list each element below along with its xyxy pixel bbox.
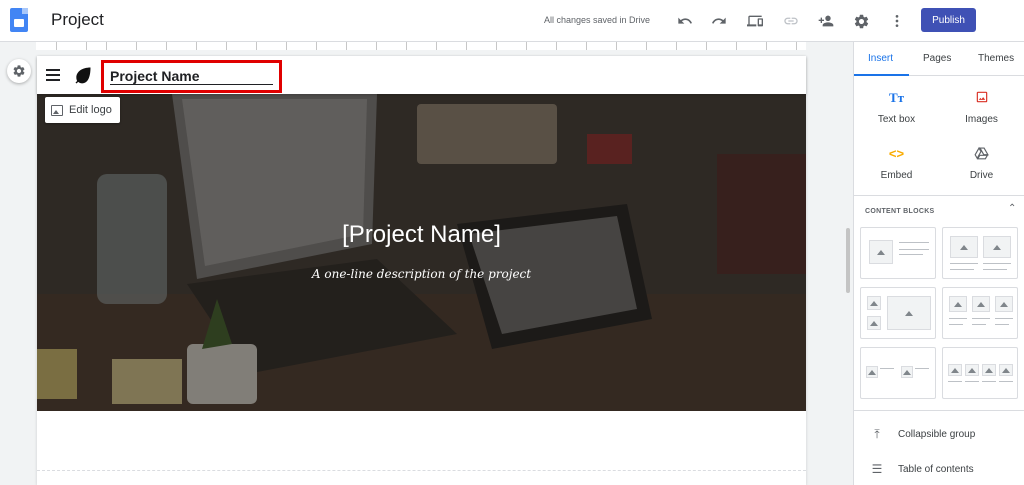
insert-embed-label: Embed (880, 170, 913, 181)
text-underline (110, 84, 273, 85)
menu-icon[interactable] (46, 69, 60, 81)
site-canvas: Project Name Edit logo [Project Name] A … (37, 56, 806, 485)
insert-drive[interactable]: Drive (939, 146, 1024, 181)
ruler (36, 42, 806, 50)
panel-divider-2 (854, 410, 1024, 411)
gear-icon (13, 65, 25, 77)
undo-icon[interactable] (673, 9, 697, 33)
redo-icon[interactable] (707, 9, 731, 33)
insert-table-of-contents[interactable]: ☰ Table of contents (870, 462, 974, 476)
right-panel: Insert Pages Themes Tт Text box Images <… (853, 42, 1024, 485)
active-tab-indicator (854, 74, 909, 76)
panel-tabs: Insert Pages Themes (854, 42, 1024, 76)
edit-logo-button[interactable]: Edit logo (45, 97, 120, 123)
more-vert-icon[interactable] (885, 9, 909, 33)
share-icon[interactable] (814, 9, 838, 33)
panel-divider (854, 195, 1024, 196)
preview-devices-icon[interactable] (743, 9, 767, 33)
collapsible-group-icon: ⤒ (874, 427, 880, 441)
site-name-highlight: Project Name (101, 60, 282, 93)
section-divider (37, 470, 806, 471)
embed-icon: <> (888, 146, 905, 161)
hero-background-image (37, 94, 806, 411)
content-block-4[interactable] (942, 287, 1018, 339)
insert-embed[interactable]: <> Embed (854, 146, 939, 181)
content-blocks-heading: CONTENT BLOCKS (865, 208, 935, 215)
site-header: Project Name (37, 56, 806, 94)
insert-text-box-label: Text box (877, 114, 916, 125)
edit-logo-label: Edit logo (69, 104, 112, 116)
tab-pages[interactable]: Pages (923, 53, 951, 64)
insert-drive-label: Drive (969, 170, 994, 181)
content-block-1[interactable] (860, 227, 936, 279)
publish-button[interactable]: Publish (921, 8, 976, 32)
collapsible-group-label: Collapsible group (898, 429, 976, 440)
insert-collapsible-group[interactable]: ⤒ Collapsible group (870, 427, 975, 442)
content-block-3[interactable] (860, 287, 936, 339)
tab-themes[interactable]: Themes (978, 53, 1014, 64)
tab-insert[interactable]: Insert (868, 53, 893, 64)
leaf-logo-icon[interactable] (73, 65, 93, 85)
drive-icon (939, 146, 1024, 164)
text-box-icon: Tт (888, 90, 905, 105)
hero-banner[interactable]: Edit logo [Project Name] A one-line desc… (37, 94, 806, 411)
chevron-up-icon[interactable]: ⌃ (1008, 203, 1016, 214)
insert-images[interactable]: Images (939, 90, 1024, 125)
save-status: All changes saved in Drive (544, 15, 651, 25)
hero-subtitle[interactable]: A one-line description of the project (37, 267, 806, 281)
hero-title[interactable]: [Project Name] (37, 221, 806, 249)
image-icon (51, 104, 63, 116)
site-document-title[interactable]: Project (51, 10, 104, 30)
images-icon (939, 90, 1024, 108)
insert-text-box[interactable]: Tт Text box (854, 90, 939, 125)
top-bar: Project All changes saved in Drive Publi… (0, 0, 1024, 42)
canvas-scrollbar[interactable] (844, 56, 852, 485)
content-block-6[interactable] (942, 347, 1018, 399)
content-block-5[interactable] (860, 347, 936, 399)
insert-images-label: Images (965, 114, 998, 125)
table-of-contents-label: Table of contents (898, 463, 974, 475)
settings-icon[interactable] (849, 9, 873, 33)
table-of-contents-icon: ☰ (871, 462, 883, 476)
link-icon[interactable] (779, 9, 803, 33)
site-name-field[interactable]: Project Name (110, 68, 199, 84)
page-settings-button[interactable] (7, 59, 31, 83)
sites-logo-icon[interactable] (10, 8, 28, 32)
content-block-2[interactable] (942, 227, 1018, 279)
scroll-thumb[interactable] (846, 228, 850, 293)
